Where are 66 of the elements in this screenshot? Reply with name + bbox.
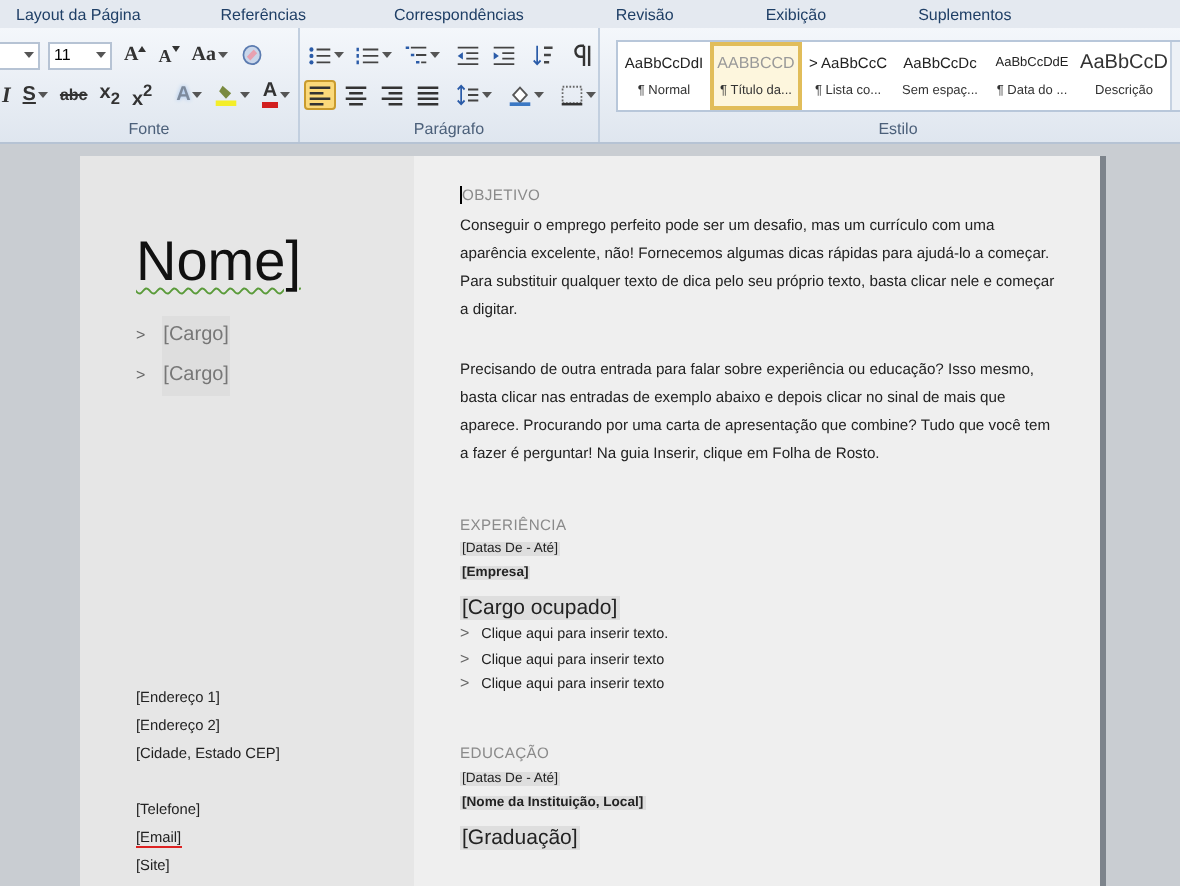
resume-name: Nome] <box>136 228 301 296</box>
subscript-button[interactable]: x$_{2}$ <box>95 80 124 110</box>
numbered-list-icon <box>356 44 380 66</box>
bullet-marker: > <box>460 672 470 696</box>
line-spacing-button[interactable] <box>452 80 496 110</box>
group-label: Parágrafo <box>413 120 485 142</box>
paint-bucket-icon <box>508 84 532 106</box>
dropdown-arrow-icon <box>534 92 544 98</box>
bullet-marker: > <box>136 324 146 348</box>
font-color-button[interactable]: A <box>258 80 294 110</box>
change-case-button[interactable]: Aa <box>187 40 232 70</box>
superscript-button[interactable]: x$^{2}$ <box>127 80 157 110</box>
align-right-button[interactable] <box>376 80 408 110</box>
ribbon-tab[interactable]: Correspondências <box>385 1 532 27</box>
dropdown-arrow-icon <box>24 52 34 58</box>
borders-icon <box>560 84 584 106</box>
highlighter-icon <box>214 84 239 106</box>
ribbon-tab[interactable]: Revisão <box>607 1 682 27</box>
dropdown-arrow-icon <box>586 92 596 98</box>
multilevel-list-icon <box>404 44 428 66</box>
decrease-indent-icon <box>456 44 480 66</box>
grow-font-button[interactable]: A <box>120 40 151 70</box>
align-right-icon <box>380 84 404 106</box>
align-left-button[interactable] <box>304 80 336 110</box>
justify-icon <box>416 84 440 106</box>
justify-button[interactable] <box>412 80 444 110</box>
dropdown-arrow-icon <box>382 52 392 58</box>
group-label: Fonte <box>128 120 170 142</box>
font-size-field[interactable]: 11 <box>48 41 112 69</box>
increase-indent-icon <box>492 44 516 66</box>
eraser-icon <box>239 44 264 66</box>
dropdown-arrow-icon <box>334 52 344 58</box>
bullet-marker: > <box>460 647 470 671</box>
multilevel-list-button[interactable] <box>400 40 444 70</box>
dropdown-arrow-icon <box>37 92 48 98</box>
caret-up-icon <box>138 46 147 52</box>
underline-button[interactable]: S <box>18 80 52 110</box>
highlight-button[interactable] <box>210 80 255 110</box>
dropdown-arrow-icon <box>217 52 228 58</box>
align-center-button[interactable] <box>340 80 372 110</box>
ribbon-tab[interactable]: Layout da Página <box>8 1 149 27</box>
ribbon-tab[interactable]: Exibição <box>757 1 835 27</box>
bullet-marker: > <box>460 622 470 646</box>
paragraph-mark-icon <box>572 44 596 66</box>
align-center-icon <box>344 84 368 106</box>
shrink-font-button[interactable]: A <box>154 40 184 70</box>
sort-icon <box>532 44 556 66</box>
caret-down-icon <box>171 46 180 52</box>
title-placeholder-field[interactable]: [Graduação] <box>460 825 580 849</box>
title-placeholder-field[interactable]: [Cargo ocupado] <box>460 596 620 620</box>
italic-button[interactable]: I <box>0 80 15 110</box>
dropdown-arrow-icon <box>192 92 203 98</box>
dropdown-arrow-icon <box>482 92 492 98</box>
group-label: Estilo <box>878 120 918 142</box>
borders-button[interactable] <box>556 80 600 110</box>
bullet-marker: > <box>136 364 146 388</box>
dropdown-arrow-icon <box>96 52 106 58</box>
align-left-icon <box>308 84 332 106</box>
dropdown-arrow-icon <box>240 92 251 98</box>
strikethrough-button[interactable]: abc <box>55 80 92 110</box>
ribbon-tab[interactable]: Referências <box>212 1 314 27</box>
bullet-list-icon <box>308 44 332 66</box>
dropdown-arrow-icon <box>279 92 290 98</box>
line-spacing-icon <box>456 84 480 106</box>
ribbon-tab[interactable]: Suplementos <box>910 1 1020 27</box>
dropdown-arrow-icon <box>430 52 440 58</box>
